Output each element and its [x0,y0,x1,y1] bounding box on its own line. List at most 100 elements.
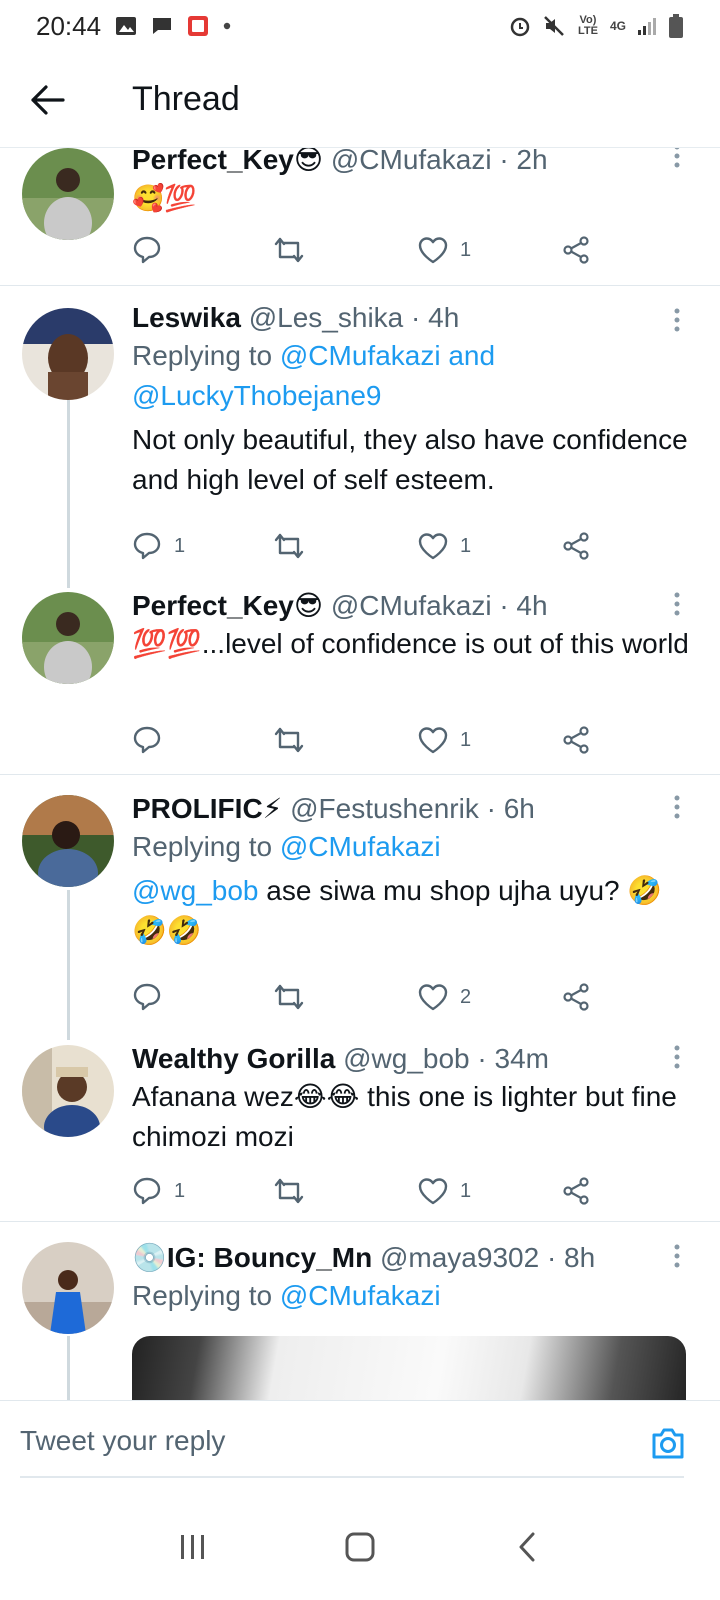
like-button[interactable]: 2 [418,983,471,1011]
back-button[interactable] [8,60,88,140]
tweet-author-name[interactable]: Perfect_Key😎 [132,590,323,621]
retweet-button[interactable] [272,1176,318,1206]
retweet-icon [274,533,304,559]
avatar[interactable] [22,592,114,684]
reply-input[interactable]: Tweet your reply [20,1425,225,1457]
avatar[interactable] [22,148,114,240]
tweet-author-name[interactable]: Perfect_Key😎 [132,148,323,175]
retweet-button[interactable] [272,531,318,561]
like-button[interactable]: 1 [418,236,471,264]
share-button[interactable] [562,236,590,264]
retweet-icon [274,1178,304,1204]
thread-feed[interactable]: Perfect_Key😎 @CMufakazi · 2h 🥰💯 1 Leswik… [0,148,720,1426]
avatar[interactable] [22,795,114,887]
tweet[interactable]: PROLIFIC⚡ @Festushenrik · 6h Replying to… [0,775,720,1031]
avatar[interactable] [22,308,114,400]
share-icon [563,532,589,560]
share-button[interactable] [562,726,590,754]
tweet[interactable]: Wealthy Gorilla @wg_bob · 34m Afanana we… [0,1031,720,1221]
retweet-icon [274,984,304,1010]
text-mention[interactable]: @wg_bob [132,875,259,906]
heart-icon [418,533,448,560]
reply-count: 1 [174,534,186,557]
reply-icon [133,532,161,560]
tweet-time: · 2h [499,148,548,175]
home-icon [345,1532,375,1562]
replying-to: Replying to @CMufakazi [132,827,690,867]
tweet-author-handle[interactable]: @maya9302 [380,1242,539,1273]
reply-icon [133,236,161,264]
tweet[interactable]: Leswika @Les_shika · 4h Replying to @CMu… [0,286,720,576]
home-button[interactable] [330,1517,390,1577]
retweet-icon [274,727,304,753]
retweet-button[interactable] [272,982,318,1012]
reply-button[interactable]: 1 [132,531,185,561]
tweet-author-handle[interactable]: @CMufakazi [331,148,492,175]
avatar-image [22,308,114,400]
system-nav-bar [0,1494,720,1600]
avatar-image [22,795,114,887]
heart-icon [418,1178,448,1205]
status-bar: 20:44 Vo) LTE 4G [0,0,720,52]
share-button[interactable] [562,1177,590,1205]
like-count: 1 [460,1179,472,1202]
avatar-image [22,148,114,240]
tweet-author-handle[interactable]: @wg_bob [343,1043,470,1074]
like-button[interactable]: 1 [418,1177,471,1205]
reply-mentions[interactable]: @CMufakazi [280,1280,441,1311]
heart-icon [418,237,448,264]
more-vertical-icon[interactable] [674,1045,680,1069]
network-label: 4G [609,19,626,33]
reply-composer: Tweet your reply [0,1400,720,1494]
share-button[interactable] [562,983,590,1011]
arrow-left-icon [31,84,65,115]
tweet[interactable]: Perfect_Key😎 @CMufakazi · 4h 💯💯...level … [0,576,720,774]
reply-button[interactable]: 1 [132,1176,185,1206]
retweet-button[interactable] [272,725,318,755]
more-vertical-icon[interactable] [674,592,680,616]
more-vertical-icon[interactable] [674,795,680,819]
tweet-author-name[interactable]: PROLIFIC⚡ [132,793,282,824]
replying-to-label: Replying to [132,1280,280,1311]
replying-to: Replying to @CMufakazi and @LuckyThobeja… [132,336,690,416]
more-vertical-icon[interactable] [674,1244,680,1268]
replying-to-label: Replying to [132,340,280,371]
tweet-text: Afanana wez😂😂 this one is lighter but fi… [132,1081,677,1152]
reply-button[interactable] [132,235,174,265]
recent-apps-button[interactable] [163,1517,223,1577]
reply-mentions[interactable]: @CMufakazi [280,831,441,862]
tweet[interactable]: Perfect_Key😎 @CMufakazi · 2h 🥰💯 1 [0,148,720,286]
tweet-author-handle[interactable]: @CMufakazi [331,590,492,621]
share-button[interactable] [562,532,590,560]
tweet-author-name[interactable]: Leswika [132,302,241,333]
reply-button[interactable] [132,725,174,755]
reply-button[interactable] [132,982,174,1012]
like-button[interactable]: 1 [418,726,471,754]
tweet[interactable]: 💿IG: Bouncy_Mn @maya9302 · 8h Replying t… [0,1222,720,1426]
tweet-author-handle[interactable]: @Festushenrik [290,793,479,824]
volte-label: Vo) LTE [578,14,598,37]
tweet-author-handle[interactable]: @Les_shika [249,302,404,333]
like-button[interactable]: 1 [418,532,471,560]
heart-icon [418,984,448,1011]
more-vertical-icon[interactable] [674,308,680,332]
avatar-image [22,1242,114,1334]
share-icon [563,983,589,1011]
alarm-icon [510,17,530,37]
chevron-left-icon [519,1532,535,1562]
status-time: 20:44 [36,10,102,41]
mute-icon [544,16,564,36]
dot-icon [223,22,231,30]
avatar-image [22,1045,114,1137]
tweet-time: · 8h [546,1242,596,1273]
back-nav-button[interactable] [497,1517,557,1577]
replying-to-label: Replying to [132,831,280,862]
avatar[interactable] [22,1045,114,1137]
tweet-time: · 4h [499,590,548,621]
camera-icon[interactable] [648,1423,688,1463]
avatar[interactable] [22,1242,114,1334]
tweet-author-name[interactable]: 💿IG: Bouncy_Mn [132,1242,372,1273]
tweet-author-name[interactable]: Wealthy Gorilla [132,1043,335,1074]
more-vertical-icon[interactable] [674,148,680,168]
retweet-button[interactable] [272,235,318,265]
